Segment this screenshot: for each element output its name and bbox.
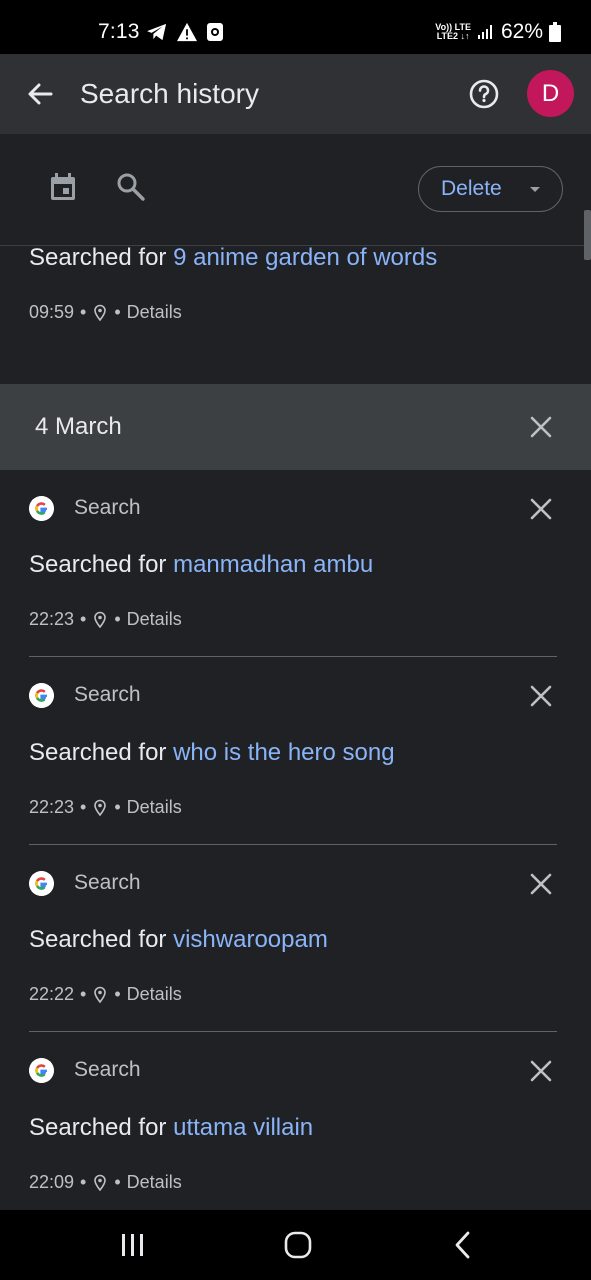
- entry-query-link[interactable]: manmadhan ambu: [173, 551, 373, 578]
- google-g-icon: [29, 496, 54, 521]
- dot-separator: •: [114, 609, 121, 629]
- toolbar: Delete: [0, 134, 591, 246]
- details-link[interactable]: Details: [127, 609, 182, 630]
- entry-prefix: Searched for: [29, 244, 167, 271]
- location-pin-icon[interactable]: [92, 611, 108, 629]
- app-bar: Search history D: [0, 54, 591, 134]
- entry-query-link[interactable]: uttama villain: [173, 1114, 313, 1141]
- close-icon[interactable]: [528, 1058, 554, 1084]
- status-time: 7:13: [98, 20, 140, 43]
- battery-icon: [549, 22, 561, 42]
- divider: [29, 1031, 557, 1032]
- entry-prefix: Searched for: [29, 551, 167, 578]
- telegram-icon: [147, 23, 167, 41]
- dot-separator: •: [114, 1172, 121, 1192]
- location-pin-icon[interactable]: [92, 304, 108, 322]
- notification-icons: [146, 22, 224, 42]
- entry-query-link[interactable]: who is the hero song: [173, 739, 394, 766]
- recents-icon[interactable]: [118, 1232, 148, 1258]
- dot-separator: •: [80, 302, 87, 322]
- google-g-icon: [29, 1058, 54, 1083]
- arrow-back-icon[interactable]: [24, 78, 56, 110]
- avatar[interactable]: D: [527, 70, 574, 117]
- help-circle-icon[interactable]: [466, 76, 502, 112]
- entry-prefix: Searched for: [29, 1114, 167, 1141]
- entry-text: Searched for uttama villain: [29, 1114, 313, 1142]
- location-pin-icon[interactable]: [92, 986, 108, 1004]
- entry-time: 09:59: [29, 302, 75, 322]
- date-label: 4 March: [35, 413, 122, 440]
- entry-text: Searched for vishwaroopam: [29, 926, 328, 954]
- entry-meta: 22:23 • • Details: [29, 797, 182, 818]
- home-icon[interactable]: [283, 1230, 313, 1260]
- location-pin-icon[interactable]: [92, 1174, 108, 1192]
- details-link[interactable]: Details: [127, 1172, 182, 1193]
- delete-label: Delete: [441, 177, 502, 200]
- close-icon[interactable]: [528, 683, 554, 709]
- calendar-icon[interactable]: [46, 170, 80, 204]
- entry-text: Searched for manmadhan ambu: [29, 551, 373, 579]
- divider: [29, 844, 557, 845]
- status-right: Vo)) LTE LTE2 ↓↑ 62%: [435, 20, 561, 44]
- entry-time: 22:23: [29, 797, 75, 817]
- close-icon[interactable]: [528, 871, 554, 897]
- delete-button[interactable]: Delete: [418, 166, 563, 212]
- entry-time: 22:23: [29, 609, 75, 629]
- entry-meta: 22:09 • • Details: [29, 1172, 182, 1193]
- dot-separator: •: [114, 302, 121, 322]
- entry-time: 22:09: [29, 1172, 75, 1192]
- close-icon[interactable]: [528, 496, 554, 522]
- entry-query-link[interactable]: vishwaroopam: [173, 926, 328, 953]
- page-title: Search history: [80, 78, 259, 109]
- date-group-header: 4 March: [0, 384, 591, 470]
- status-bar: 7:13 Vo)) LTE LTE2 ↓↑ 62%: [0, 0, 591, 54]
- dot-separator: •: [114, 984, 121, 1004]
- search-icon[interactable]: [114, 170, 148, 204]
- entry-meta: 22:22 • • Details: [29, 984, 182, 1005]
- entry-source: Search: [74, 683, 141, 706]
- nav-back-icon[interactable]: [450, 1230, 476, 1260]
- entry-meta: 09:59 • • Details: [29, 302, 182, 323]
- entry-source: Search: [74, 871, 141, 894]
- entry-text: Searched for 9 anime garden of words: [29, 244, 437, 272]
- warning-icon: [177, 22, 197, 42]
- entry-source: Search: [74, 496, 141, 519]
- google-g-icon: [29, 871, 54, 896]
- divider: [29, 656, 557, 657]
- details-link[interactable]: Details: [127, 984, 182, 1005]
- dot-separator: •: [114, 797, 121, 817]
- entry-prefix: Searched for: [29, 739, 167, 766]
- dot-separator: •: [80, 984, 87, 1004]
- dot-separator: •: [80, 609, 87, 629]
- network-label: Vo)) LTE LTE2 ↓↑: [435, 22, 471, 41]
- location-pin-icon[interactable]: [92, 799, 108, 817]
- signal-icon: [477, 25, 492, 39]
- entry-time: 22:22: [29, 984, 75, 1004]
- system-nav-bar: [0, 1210, 591, 1280]
- close-icon[interactable]: [528, 414, 554, 440]
- dot-separator: •: [80, 1172, 87, 1192]
- dot-separator: •: [80, 797, 87, 817]
- entry-source: Search: [74, 1058, 141, 1081]
- entry-query-link[interactable]: 9 anime garden of words: [173, 244, 437, 271]
- scrollbar-thumb[interactable]: [584, 210, 591, 260]
- entry-text: Searched for who is the hero song: [29, 739, 395, 767]
- battery-percent: 62%: [500, 20, 543, 43]
- chevron-down-icon: [530, 187, 540, 192]
- app-notification-icon: [207, 23, 223, 41]
- details-link[interactable]: Details: [127, 797, 182, 818]
- entry-prefix: Searched for: [29, 926, 167, 953]
- google-g-icon: [29, 683, 54, 708]
- details-link[interactable]: Details: [127, 302, 182, 323]
- entry-meta: 22:23 • • Details: [29, 609, 182, 630]
